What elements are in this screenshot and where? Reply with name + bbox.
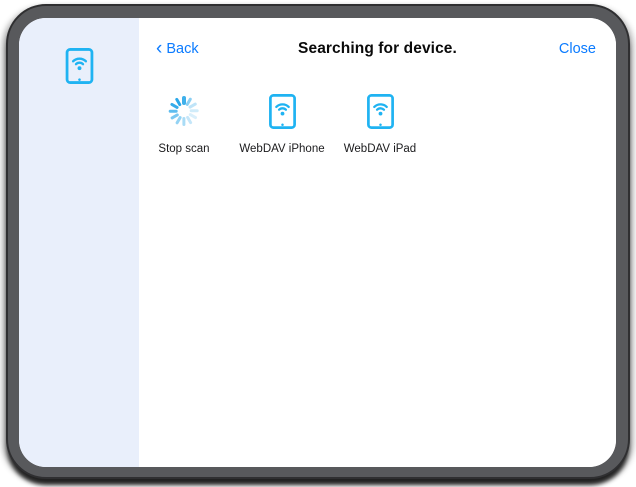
sidebar-item-device[interactable] [64,48,95,84]
device-icon-container [367,93,394,129]
stop-scan-button[interactable]: Stop scan [135,93,233,155]
main-panel: ‹ Back Searching for device. Close [139,18,616,467]
navigation-bar: ‹ Back Searching for device. Close [139,39,616,59]
page-background: ‹ Back Searching for device. Close [0,0,636,487]
stop-scan-label: Stop scan [158,143,209,155]
device-item-webdav-iphone[interactable]: WebDAV iPhone [233,93,331,155]
tablet-bezel: ‹ Back Searching for device. Close [6,4,630,479]
back-button[interactable]: ‹ Back [156,39,199,59]
tablet-wifi-icon [367,94,394,129]
sidebar [19,18,139,467]
tablet-wifi-icon [269,94,296,129]
device-icon-container [269,93,296,129]
device-label: WebDAV iPad [344,143,416,155]
device-label: WebDAV iPhone [239,143,324,155]
scanning-spinner-icon [169,96,200,127]
tablet-wifi-icon [64,48,95,84]
device-grid: Stop scan WebDAV iPhone [135,93,429,155]
spinner-container [169,93,200,129]
app-screen: ‹ Back Searching for device. Close [19,18,616,467]
chevron-left-icon: ‹ [156,40,162,58]
back-label: Back [166,39,198,59]
close-button[interactable]: Close [559,39,596,59]
page-title: Searching for device. [139,39,616,59]
device-item-webdav-ipad[interactable]: WebDAV iPad [331,93,429,155]
